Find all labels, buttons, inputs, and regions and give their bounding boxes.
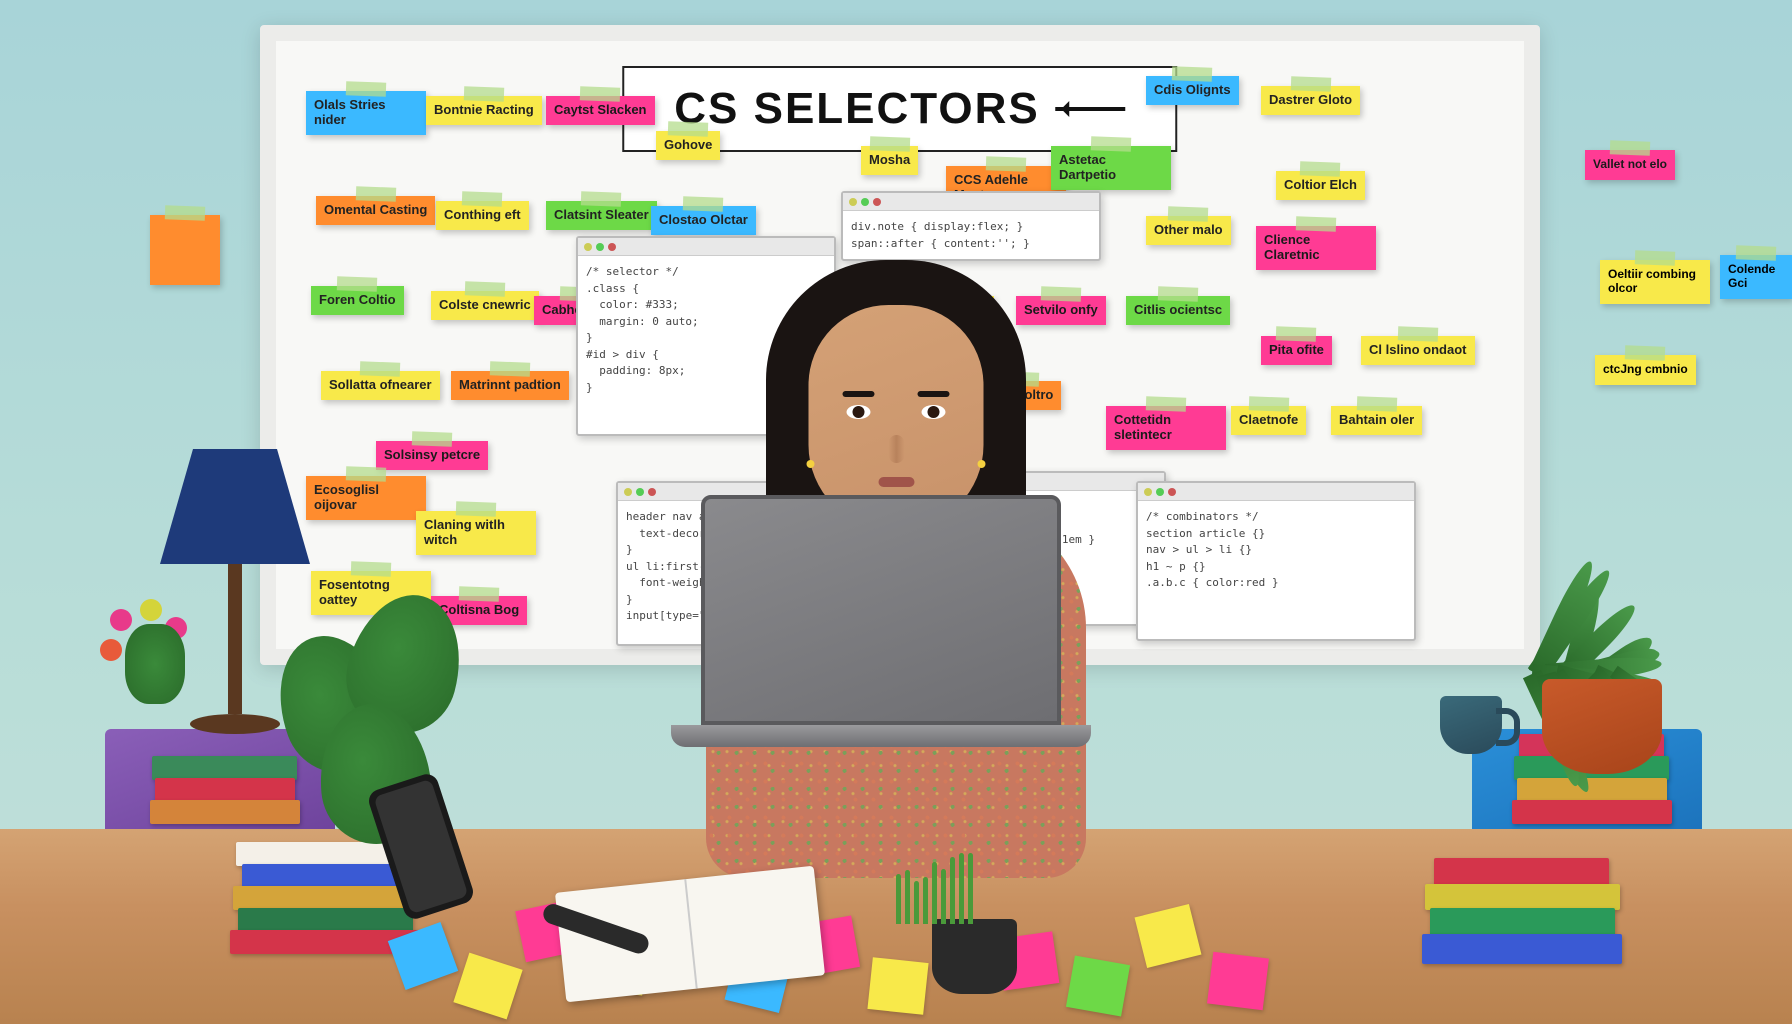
grass-blade: [914, 881, 919, 924]
code-window: div.note { display:flex; } span::after {…: [841, 191, 1101, 261]
sticky-note: Coltior Elch: [1276, 171, 1365, 200]
grass-blade: [896, 874, 901, 924]
sticky-note: Omental Casting: [316, 196, 435, 225]
sticky-note: Cdis Olignts: [1146, 76, 1239, 105]
sticky-note: Gohove: [656, 131, 720, 160]
small-plant-pot: [932, 919, 1017, 994]
sticky-note: Sollatta ofnearer: [321, 371, 440, 400]
grass-blade: [941, 869, 946, 924]
wall-note: [150, 215, 220, 285]
laptop-screen: [701, 495, 1061, 725]
wall-sticky-note: Vallet not elo: [1585, 150, 1675, 180]
sticky-note: Pita ofite: [1261, 336, 1332, 365]
grass-blade: [950, 857, 955, 924]
wall-sticky-note: Oeltiir combing olcor: [1600, 260, 1710, 304]
sticky-note: Foren Coltio: [311, 286, 404, 315]
loose-sticky-note: [1207, 952, 1269, 1010]
arrow-left-icon: [1056, 107, 1126, 111]
laptop-base: [671, 725, 1091, 747]
sticky-note: Astetac Dartpetio: [1051, 146, 1171, 190]
title-text: CS SELECTORS: [674, 84, 1039, 134]
code-window: /* combinators */ section article {} nav…: [1136, 481, 1416, 641]
sticky-note: Ecosoglisl oijovar: [306, 476, 426, 520]
sticky-note: Clience Claretnic: [1256, 226, 1376, 270]
sticky-note: Cottetidn sletintecr: [1106, 406, 1226, 450]
sticky-note: Olals Stries nider: [306, 91, 426, 135]
grass-blade: [968, 853, 973, 924]
sticky-note: Bontnie Racting: [426, 96, 542, 125]
wall-sticky-note: Colende Gci: [1720, 255, 1792, 299]
sticky-note: Mosha: [861, 146, 918, 175]
flower-vase: [90, 599, 230, 729]
sticky-note: Matrinnt padtion: [451, 371, 569, 400]
sticky-note: Conthing eft: [436, 201, 529, 230]
wall-sticky-note: ctcJng cmbnio: [1595, 355, 1696, 385]
grass-blade: [905, 870, 910, 924]
grass-blade: [959, 853, 964, 924]
loose-sticky-note: [1066, 956, 1130, 1017]
lamp-shade: [160, 449, 310, 564]
book-stack-right: [1422, 860, 1622, 964]
sticky-note: Cl lslino ondaot: [1361, 336, 1475, 365]
sticky-note: Clatsint Sleater: [546, 201, 657, 230]
plant-pot: [1542, 679, 1662, 774]
laptop: [701, 495, 1091, 747]
grass-blade: [923, 877, 928, 924]
sticky-note: Claning witlh witch: [416, 511, 536, 555]
sticky-note: Dastrer Gloto: [1261, 86, 1360, 115]
sticky-note: Other malo: [1146, 216, 1231, 245]
sticky-note: Citlis ocientsc: [1126, 296, 1230, 325]
sticky-note: Claetnofe: [1231, 406, 1306, 435]
sticky-note: Caytst Slacken: [546, 96, 655, 125]
sticky-note: Clostao Olctar: [651, 206, 756, 235]
sticky-note: Colste cnewric: [431, 291, 539, 320]
sticky-note: Bahtain oler: [1331, 406, 1422, 435]
book-stack-side-left: [150, 758, 300, 824]
loose-sticky-note: [867, 957, 928, 1015]
coffee-mug: [1440, 696, 1502, 754]
sticky-note: Solsinsy petcre: [376, 441, 488, 470]
grass-blade: [932, 862, 937, 924]
